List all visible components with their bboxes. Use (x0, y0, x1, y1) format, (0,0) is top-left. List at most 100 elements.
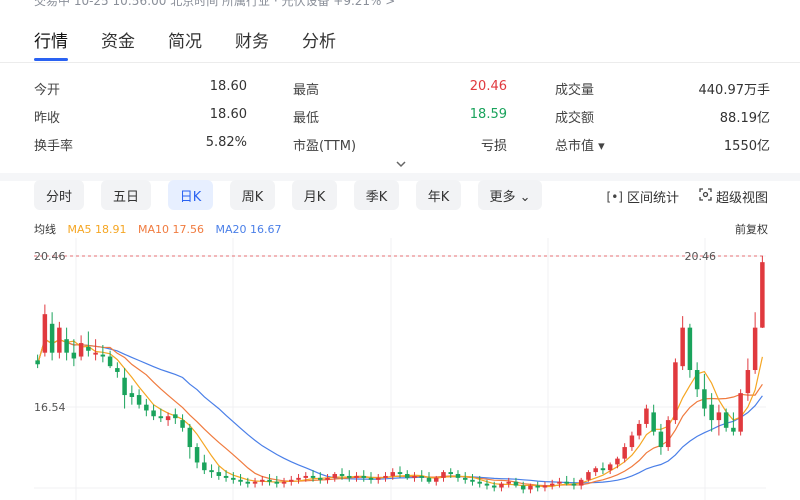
candle-body (506, 481, 511, 484)
tab-market[interactable]: 行情 (34, 27, 68, 61)
candle-body (136, 395, 142, 405)
market-cap-label[interactable]: 总市值 ▾ (555, 135, 605, 154)
super-view-icon (699, 188, 712, 205)
candle-body (419, 475, 424, 478)
candle-body (376, 477, 381, 480)
prev-close-value: 18.60 (209, 107, 247, 122)
ma-legend: 均线 MA5 18.91 MA10 17.56 MA20 16.67 (34, 221, 290, 237)
high-marker-label: 20.46 (685, 250, 717, 263)
candle-body (93, 352, 98, 355)
candle-body (238, 479, 243, 482)
ma5-value: MA5 18.91 (67, 223, 127, 236)
candlestick-chart[interactable]: 20.46 16.54 20.46 (0, 238, 800, 500)
volume-value: 440.97万手 (698, 83, 771, 98)
tab-funds[interactable]: 资金 (101, 27, 135, 61)
candle-body (78, 343, 84, 357)
candle-body (57, 327, 62, 353)
tab-profile[interactable]: 简况 (168, 27, 202, 61)
candle-body (491, 485, 497, 488)
candle-body (687, 327, 693, 371)
period-daily-k[interactable]: 日K (168, 180, 213, 210)
candle-body (267, 479, 272, 482)
period-quarterly-k[interactable]: 季K (354, 180, 399, 210)
candle-body (318, 477, 323, 480)
candle-body (680, 327, 685, 367)
period-weekly-k[interactable]: 周K (230, 180, 275, 210)
turnover-amount-value: 88.19亿 (719, 111, 770, 126)
candle-body (209, 470, 214, 473)
candle-body (151, 410, 156, 417)
range-bracket-icon: [•] (606, 189, 623, 204)
tab-finance[interactable]: 财务 (235, 27, 269, 61)
super-view-button[interactable]: 超级视图 (699, 187, 768, 206)
period-intraday[interactable]: 分时 (34, 180, 84, 210)
candle-body (187, 427, 193, 448)
candle-body (535, 485, 540, 488)
candle-body (325, 477, 330, 480)
candle-body (665, 420, 671, 448)
candle-body (144, 404, 149, 411)
candle-body (49, 323, 55, 353)
candle-body (390, 472, 395, 476)
low-value: 18.59 (469, 107, 507, 122)
candle-body (709, 404, 714, 421)
stats-row: 昨收 18.60 最低 18.59 成交额 88.19亿 (34, 103, 770, 131)
chart-tools: [•] 区间统计 超级视图 (607, 187, 768, 206)
candle-body (636, 423, 642, 436)
candle-body (412, 475, 417, 478)
candle-body (289, 479, 294, 482)
candle-body (462, 477, 468, 480)
prev-close-label: 昨收 (34, 111, 61, 126)
candle-body (223, 475, 229, 478)
candle-body (470, 479, 475, 482)
high-label: 最高 (293, 83, 320, 98)
candle-body (578, 479, 584, 486)
candle-body (600, 468, 606, 471)
turnover-amount-label: 成交额 (555, 111, 595, 126)
candle-body (694, 370, 700, 390)
candle-body (165, 416, 171, 421)
candle-body (180, 420, 185, 428)
candle-body (71, 352, 77, 359)
stats-row: 换手率 5.82% 市盈(TTM) 亏损 总市值 ▾ 1550亿 (34, 131, 770, 159)
candle-body (738, 393, 743, 432)
adjust-mode-toggle[interactable]: 前复权 (735, 221, 768, 237)
candle-body (441, 472, 446, 478)
candle-body (716, 412, 722, 421)
candle-body (405, 474, 410, 478)
candle-body (607, 464, 613, 471)
candle-body (593, 468, 598, 473)
candle-body (245, 481, 251, 484)
candle-body (202, 462, 207, 471)
candle-body (361, 475, 367, 478)
candle-body (651, 412, 656, 432)
period-five-day[interactable]: 五日 (101, 180, 151, 210)
candle-body (571, 483, 577, 486)
candle-body (383, 475, 388, 478)
market-cap-value: 1550亿 (723, 139, 770, 154)
quote-stats: 今开 18.60 最高 20.46 成交量 440.97万手 昨收 18.60 … (34, 75, 770, 159)
candle-body (332, 474, 338, 478)
candle-body (86, 346, 91, 351)
period-yearly-k[interactable]: 年K (416, 180, 461, 210)
candle-body (477, 481, 482, 484)
period-monthly-k[interactable]: 月K (292, 180, 337, 210)
candle-body (448, 472, 453, 475)
open-label: 今开 (34, 83, 61, 98)
stats-row: 今开 18.60 最高 20.46 成交量 440.97万手 (34, 75, 770, 103)
candle-body (433, 477, 439, 482)
period-more[interactable]: 更多 ⌄ (478, 180, 542, 210)
candle-body (557, 481, 562, 484)
trading-status: 交易中 10-25 10:56:00 北京时间 所属行业 · 光伏设备 +9.2… (34, 0, 396, 8)
tab-analysis[interactable]: 分析 (302, 27, 336, 61)
candle-body (252, 481, 258, 484)
candle-body (107, 356, 113, 367)
expand-chevron-icon[interactable] (394, 156, 408, 170)
candle-body (731, 427, 736, 432)
y-tick-label: 20.46 (34, 250, 66, 263)
range-stats-button[interactable]: [•] 区间统计 (606, 187, 679, 207)
super-view-label: 超级视图 (715, 191, 768, 206)
candle-body (100, 354, 106, 357)
candle-body (339, 474, 345, 476)
candle-body (354, 475, 359, 478)
